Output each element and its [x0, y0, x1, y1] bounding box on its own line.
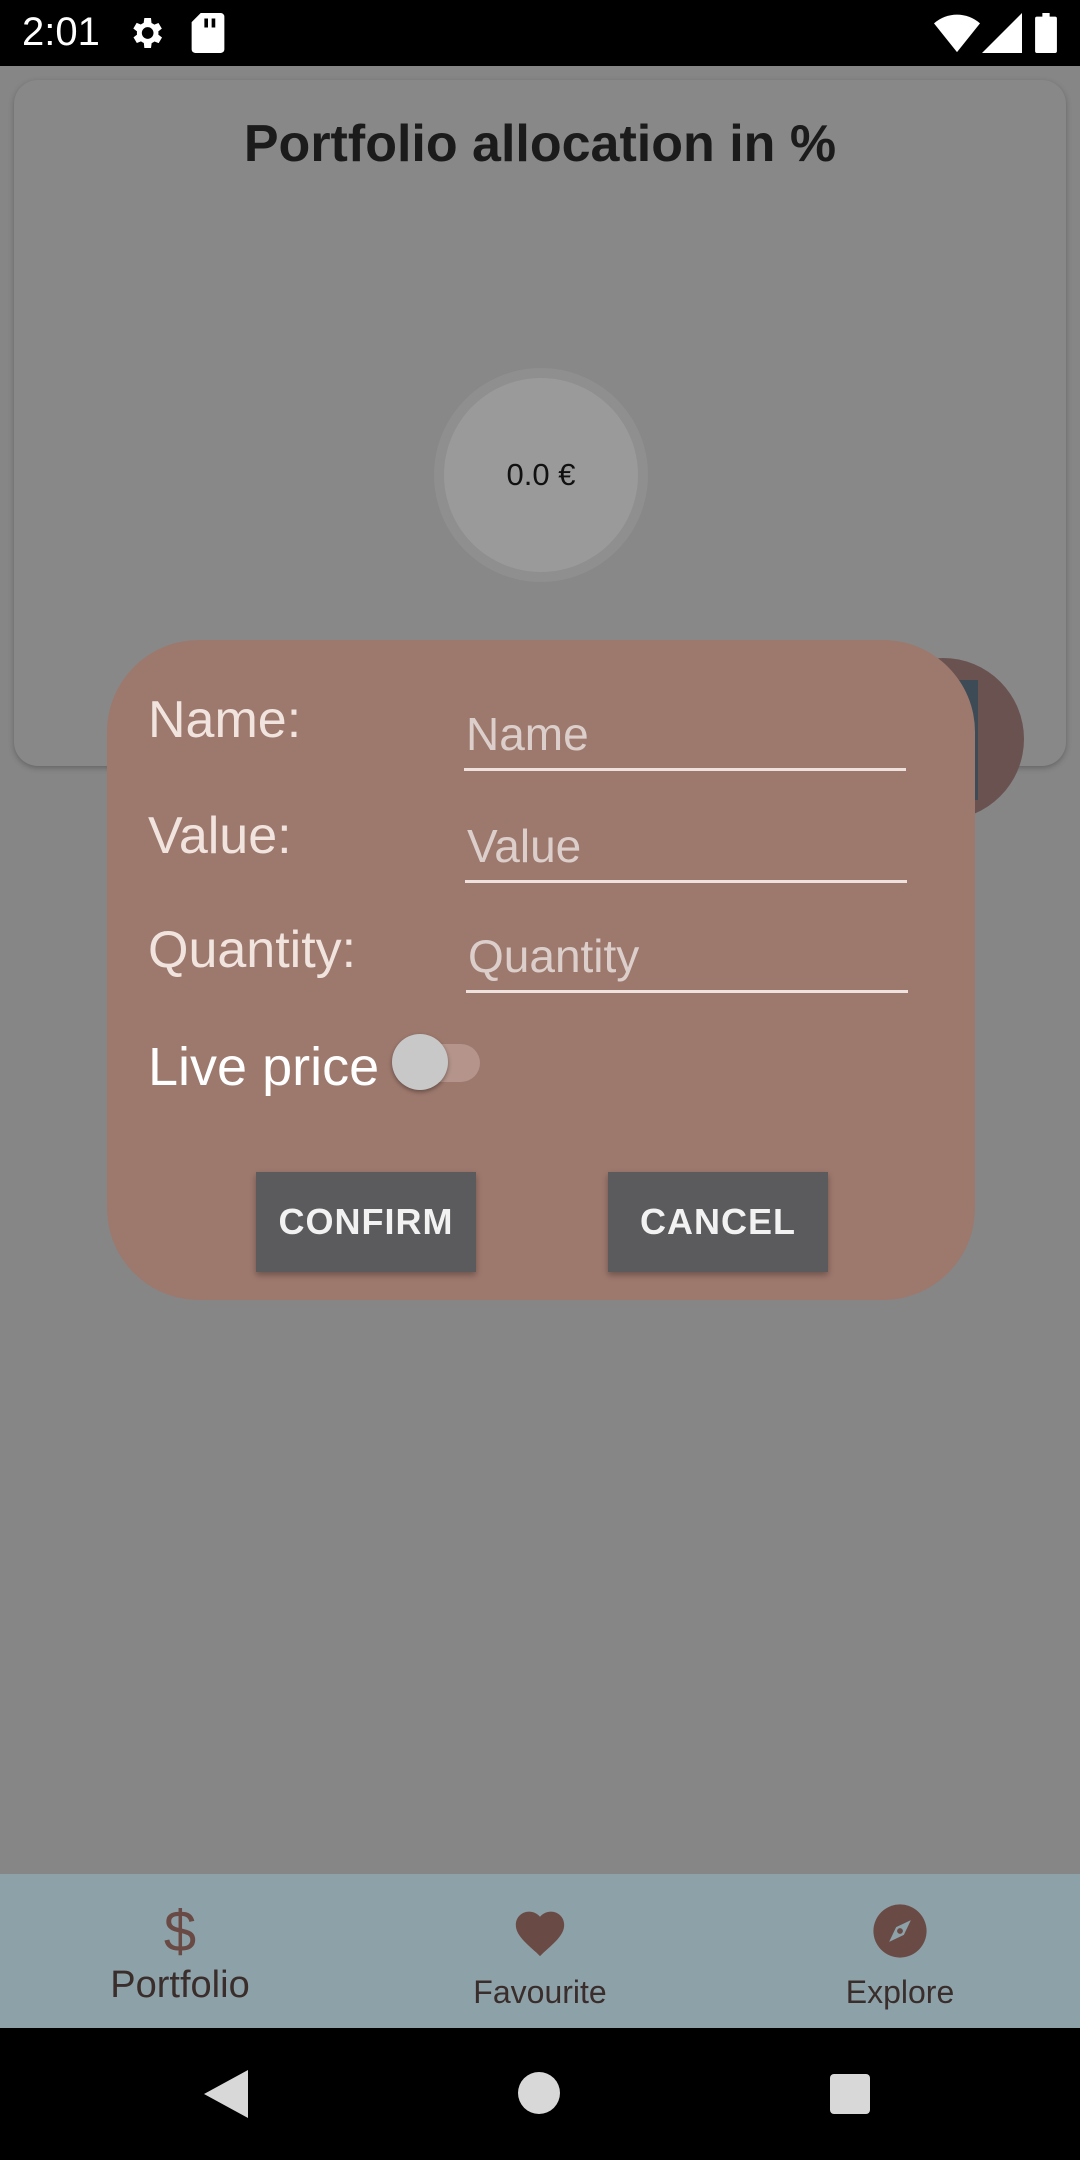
- nav-item-explore[interactable]: Explore: [720, 1874, 1080, 2028]
- nav-item-favourite[interactable]: Favourite: [360, 1874, 720, 2028]
- live-price-label: Live price: [148, 1037, 380, 1097]
- system-navigation-bar: [0, 2028, 1080, 2160]
- heart-icon: [360, 1900, 720, 1962]
- signal-icon: [982, 13, 1022, 53]
- nav-label-explore: Explore: [845, 1974, 955, 2010]
- name-input[interactable]: [464, 698, 910, 770]
- name-label: Name:: [148, 691, 302, 749]
- dollar-icon: $: [163, 1898, 197, 1964]
- confirm-button[interactable]: CONFIRM: [256, 1172, 476, 1272]
- status-time: 2:01: [22, 10, 100, 54]
- value-input[interactable]: [465, 810, 911, 882]
- status-bar: 2:01: [0, 0, 1080, 66]
- nav-label-favourite: Favourite: [473, 1974, 607, 2010]
- cancel-button[interactable]: CANCEL: [608, 1172, 828, 1272]
- gear-icon: [133, 18, 162, 48]
- value-label: Value:: [148, 807, 292, 865]
- recents-icon[interactable]: [830, 2074, 870, 2114]
- bottom-navigation: $ Portfolio Favourite Explore: [0, 1874, 1080, 2028]
- compass-icon: [720, 1900, 1080, 1962]
- back-icon[interactable]: [204, 2070, 248, 2118]
- sd-card-icon: [191, 13, 225, 53]
- nav-label-portfolio: Portfolio: [110, 1964, 250, 2006]
- battery-icon: [1035, 13, 1057, 53]
- wifi-icon: [934, 14, 980, 53]
- portfolio-total: 0.0 €: [444, 378, 638, 572]
- quantity-field[interactable]: [466, 920, 912, 993]
- card-title: Portfolio allocation in %: [243, 115, 837, 173]
- nav-item-portfolio[interactable]: $ Portfolio: [0, 1874, 360, 2028]
- name-field[interactable]: [464, 698, 910, 771]
- home-icon[interactable]: [518, 2072, 560, 2114]
- quantity-input[interactable]: [466, 920, 912, 992]
- live-price-toggle-thumb[interactable]: [392, 1034, 448, 1090]
- allocation-donut-chart: 0.0 €: [434, 368, 648, 582]
- quantity-label: Quantity:: [148, 921, 357, 979]
- value-field[interactable]: [465, 810, 911, 883]
